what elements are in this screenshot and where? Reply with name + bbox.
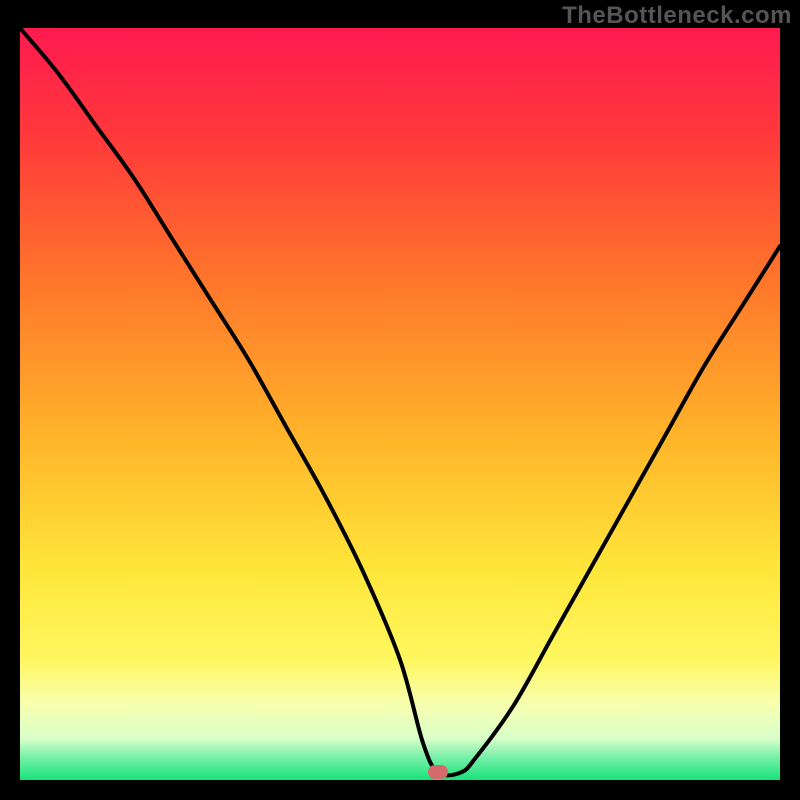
- bottleneck-curve: [20, 28, 780, 780]
- plot-area: [20, 28, 780, 780]
- attribution-text: TheBottleneck.com: [562, 2, 792, 30]
- minimum-marker-icon: [428, 765, 448, 779]
- chart-frame: TheBottleneck.com: [0, 0, 800, 800]
